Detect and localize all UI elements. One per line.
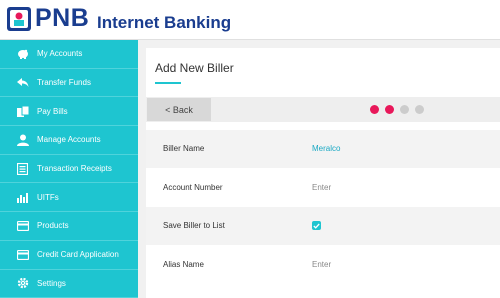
bar-chart-icon — [16, 191, 29, 204]
sidebar-item-label: Transfer Funds — [37, 78, 91, 88]
pnb-logo-icon — [7, 7, 31, 31]
user-icon — [16, 133, 29, 146]
account-number-label: Account Number — [163, 182, 223, 192]
biller-name-value[interactable]: Meralco — [312, 144, 340, 153]
sidebar-item-label: Credit Card Application — [37, 250, 119, 260]
back-button[interactable]: < Back — [147, 98, 211, 121]
sidebar-item-label: Pay Bills — [37, 106, 68, 116]
sidebar-item-credit-card-application[interactable]: Credit Card Application — [0, 241, 138, 270]
step-dot-3 — [400, 105, 409, 114]
piggy-bank-icon — [16, 47, 29, 60]
sidebar-item-transfer-funds[interactable]: Transfer Funds — [0, 69, 138, 98]
main-content: Add New Biller < Back Biller Name Meralc… — [138, 40, 500, 298]
sidebar-item-transaction-receipts[interactable]: Transaction Receipts — [0, 155, 138, 184]
sidebar-item-label: Transaction Receipts — [37, 164, 112, 174]
sidebar-item-manage-accounts[interactable]: Manage Accounts — [0, 126, 138, 155]
checkmark-icon — [313, 223, 320, 229]
receipt-icon — [16, 162, 29, 175]
account-number-input[interactable] — [312, 182, 462, 192]
sidebar-item-label: Products — [37, 221, 69, 231]
bills-icon — [16, 105, 29, 118]
sidebar-item-pay-bills[interactable]: Pay Bills — [0, 97, 138, 127]
sidebar-item-uitfs[interactable]: UITFs — [0, 183, 138, 213]
reply-arrow-icon — [16, 76, 29, 89]
sidebar-item-settings[interactable]: Settings — [0, 270, 138, 298]
biller-name-row: Biller Name Meralco — [146, 130, 500, 169]
alias-name-label: Alias Name — [163, 259, 204, 269]
save-biller-row: Save Biller to List — [146, 207, 500, 246]
step-dot-2 — [385, 105, 394, 114]
add-biller-panel: Add New Biller < Back Biller Name Meralc… — [146, 48, 500, 298]
step-dot-1 — [370, 105, 379, 114]
sidebar-item-label: My Accounts — [37, 49, 83, 59]
brand-name: PNB — [35, 4, 90, 32]
sidebar-item-label: Manage Accounts — [37, 135, 101, 145]
gear-icon — [16, 277, 29, 290]
sidebar-item-my-accounts[interactable]: My Accounts — [0, 40, 138, 69]
biller-form: Biller Name Meralco Account Number Save … — [146, 130, 500, 284]
product-name: Internet Banking — [97, 13, 232, 32]
step-indicator — [370, 105, 424, 114]
alias-name-row: Alias Name — [146, 246, 500, 284]
sidebar-item-label: UITFs — [37, 192, 59, 202]
card-icon — [16, 219, 29, 232]
save-biller-checkbox[interactable] — [312, 221, 321, 231]
sidebar-item-products[interactable]: Products — [0, 212, 138, 241]
alias-name-input[interactable] — [312, 259, 462, 269]
biller-name-label: Biller Name — [163, 144, 205, 154]
title-underline — [155, 82, 181, 84]
account-number-row: Account Number — [146, 169, 500, 207]
sidebar: My Accounts Transfer Funds Pay Bills Man… — [0, 40, 138, 298]
app-header: PNB Internet Banking — [0, 0, 500, 40]
page-title: Add New Biller — [155, 61, 234, 75]
save-biller-label: Save Biller to List — [163, 221, 225, 231]
step-dot-4 — [415, 105, 424, 114]
credit-card-icon — [16, 248, 29, 261]
step-nav-bar: < Back — [146, 97, 500, 122]
sidebar-item-label: Settings — [37, 278, 66, 288]
